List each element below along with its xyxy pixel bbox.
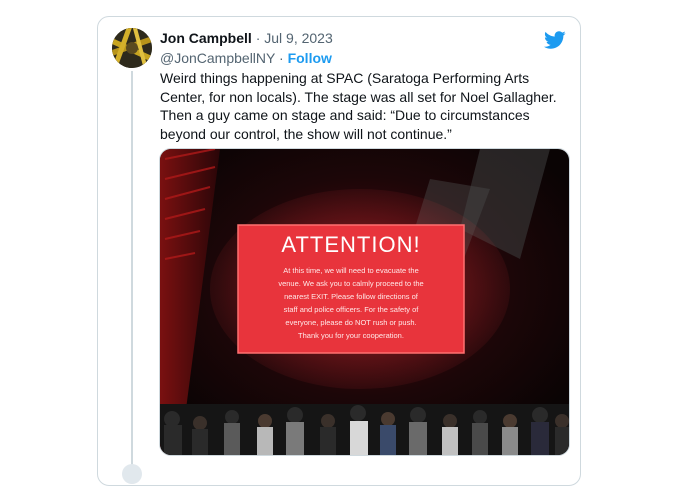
author-handle[interactable]: @JonCampbellNY <box>160 50 275 66</box>
thread-line <box>131 71 133 471</box>
tweet-photo[interactable]: ATTENTION! At this time, we will need to… <box>159 148 570 456</box>
twitter-bird-icon[interactable] <box>544 29 566 51</box>
photo-scene: ATTENTION! At this time, we will need to… <box>160 149 569 455</box>
date-separator: · <box>255 30 261 46</box>
avatar[interactable] <box>112 28 152 68</box>
sign-line: staff and police officers. For the safet… <box>284 305 420 314</box>
sign-line: venue. We ask you to calmly proceed to t… <box>278 279 423 288</box>
handle-row: @JonCampbellNY · Follow <box>160 49 540 67</box>
follow-separator: · <box>279 50 284 66</box>
sign-line: nearest EXIT. Please follow directions o… <box>284 292 419 301</box>
author-name[interactable]: Jon Campbell <box>160 30 252 46</box>
next-avatar <box>122 464 142 484</box>
follow-button[interactable]: Follow <box>288 50 332 66</box>
sign-line: Thank you for your cooperation. <box>298 331 404 340</box>
tweet-text: Weird things happening at SPAC (Saratoga… <box>160 70 557 142</box>
sign-line: everyone, please do NOT rush or push. <box>285 318 416 327</box>
author-row: Jon Campbell · Jul 9, 2023 <box>160 29 540 47</box>
sign-title: ATTENTION! <box>281 232 420 257</box>
tweet-date[interactable]: Jul 9, 2023 <box>264 30 333 46</box>
tweet-header: Jon Campbell · Jul 9, 2023 @JonCampbellN… <box>160 29 540 67</box>
sign-line: At this time, we will need to evacuate t… <box>283 266 419 275</box>
avatar-image <box>112 28 152 68</box>
tweet-card: Jon Campbell · Jul 9, 2023 @JonCampbellN… <box>97 16 581 486</box>
